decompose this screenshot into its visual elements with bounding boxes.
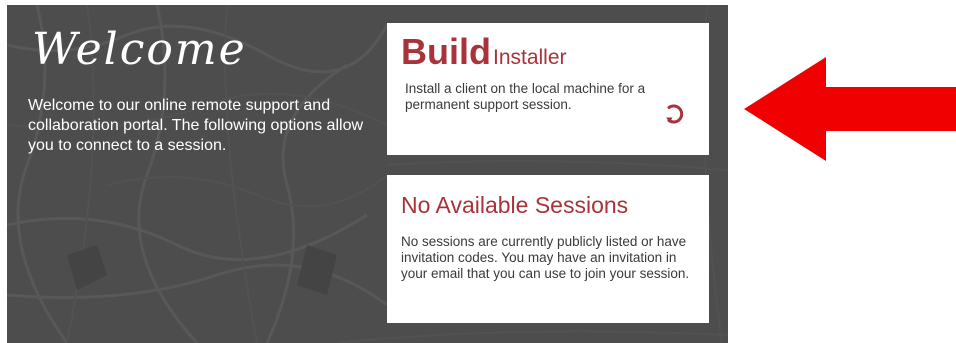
no-sessions-heading: No Available Sessions [401,192,629,218]
build-installer-card[interactable]: BuildInstaller Install a client on the l… [387,23,709,155]
build-installer-description: Install a client on the local machine fo… [405,81,646,112]
welcome-description: Welcome to our online remote support and… [28,97,364,154]
welcome-title: Welcome [32,24,247,75]
screenshot-stage: Welcome Welcome to our online remote sup… [0,0,956,343]
build-heading-light: Installer [492,46,567,69]
no-sessions-card: No Available Sessions No sessions are cu… [387,175,709,323]
welcome-panel: Welcome Welcome to our online remote sup… [7,5,728,343]
no-sessions-description: No sessions are currently publicly liste… [401,234,690,281]
build-installer-heading: BuildInstaller [401,31,567,73]
red-arrow-icon [744,57,956,161]
circular-arrow-icon[interactable] [663,103,685,125]
build-heading-strong: Build [401,31,491,72]
